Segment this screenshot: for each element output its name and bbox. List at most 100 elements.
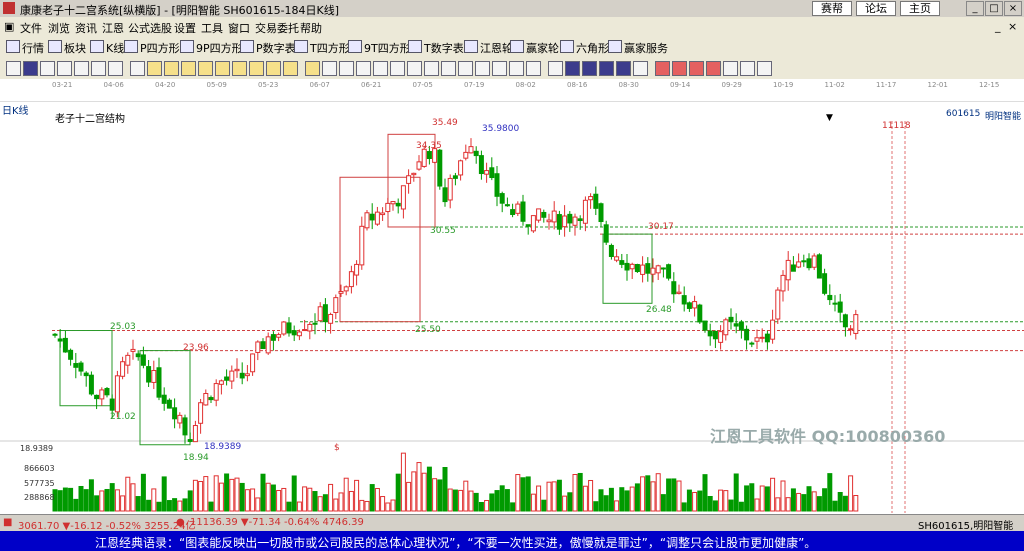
maximize-icon[interactable]: □ <box>985 1 1003 16</box>
drawing-tool-icon[interactable] <box>526 61 541 76</box>
drawing-tool-icon[interactable] <box>633 61 648 76</box>
drawing-tool-icon[interactable] <box>198 61 213 76</box>
link-forum[interactable]: 论坛 <box>856 1 896 16</box>
candle-body <box>182 417 188 436</box>
drawing-tool-icon[interactable] <box>740 61 755 76</box>
drawing-tool-icon[interactable] <box>232 61 247 76</box>
index-2-quote[interactable]: 11136.39 ▼-71.34 -0.64% 4746.39 <box>190 517 364 528</box>
drawing-tool-icon[interactable] <box>655 61 670 76</box>
drawing-tool-icon[interactable] <box>565 61 580 76</box>
drawing-tool-icon[interactable] <box>181 61 196 76</box>
candle-body <box>161 394 167 404</box>
drawing-tool-icon[interactable] <box>672 61 687 76</box>
menu-browse[interactable]: 浏览 <box>48 20 70 36</box>
candle-body <box>359 225 365 266</box>
drawing-tool-icon[interactable] <box>492 61 507 76</box>
btn-t-square[interactable]: T四方形 <box>294 40 350 56</box>
drawing-tool-icon[interactable] <box>390 61 405 76</box>
drawing-tool-icon[interactable] <box>424 61 439 76</box>
drawing-tool-icon[interactable] <box>215 61 230 76</box>
menu-gann[interactable]: 江恩 <box>102 20 124 36</box>
drawing-tool-icon[interactable] <box>616 61 631 76</box>
volume-bar <box>198 480 204 512</box>
drawing-tool-icon[interactable] <box>757 61 772 76</box>
drawing-tool-icon[interactable] <box>40 61 55 76</box>
drawing-tool-icon[interactable] <box>599 61 614 76</box>
candle-body <box>499 193 505 204</box>
btn-quote[interactable]: 行情 <box>6 40 44 56</box>
drawing-tool-icon[interactable] <box>548 61 563 76</box>
candle-body <box>681 295 687 305</box>
menu-info[interactable]: 资讯 <box>75 20 97 36</box>
btn-sector[interactable]: 板块 <box>48 40 86 56</box>
drawing-tool-icon[interactable] <box>6 61 21 76</box>
index-1-quote[interactable]: 3061.70 ▼-16.12 -0.52% 3255.24亿 <box>18 517 196 532</box>
top-right-mark: 11118 <box>882 121 911 131</box>
drawing-tool-icon[interactable] <box>305 61 320 76</box>
menu-window[interactable]: 窗口 <box>228 20 250 36</box>
menu-trade[interactable]: 交易委托 <box>255 20 299 36</box>
candle-body <box>198 402 204 424</box>
candle-body <box>775 289 781 320</box>
drawing-tool-icon[interactable] <box>147 61 162 76</box>
drawing-tool-icon[interactable] <box>723 61 738 76</box>
btn-p-table[interactable]: P数字表 <box>240 40 296 56</box>
candle-body <box>603 224 609 243</box>
palace-box <box>339 176 421 323</box>
menu-formula[interactable]: 公式选股 <box>128 20 172 36</box>
candle-body <box>848 328 854 331</box>
volume-bar <box>104 488 110 512</box>
drawing-tool-icon[interactable] <box>356 61 371 76</box>
drawing-tool-icon[interactable] <box>441 61 456 76</box>
btn-gann-wheel[interactable]: 江恩轮 <box>464 40 513 56</box>
menu-settings[interactable]: 设置 <box>174 20 196 36</box>
drawing-tool-icon[interactable] <box>458 61 473 76</box>
drawing-tool-icon[interactable] <box>266 61 281 76</box>
btn-service[interactable]: 赢家服务 <box>608 40 668 56</box>
drawing-tool-icon[interactable] <box>283 61 298 76</box>
drawing-tool-icon[interactable] <box>23 61 38 76</box>
drawing-tool-icon[interactable] <box>91 61 106 76</box>
btn-winner-wheel[interactable]: 赢家轮 <box>510 40 559 56</box>
drawing-tool-icon[interactable] <box>706 61 721 76</box>
kline-svg <box>0 121 1024 513</box>
candle-body <box>785 259 791 281</box>
btn-kline[interactable]: K线 <box>90 40 124 56</box>
btn-9p-square[interactable]: 9P四方形 <box>180 40 243 56</box>
drawing-tool-icon[interactable] <box>74 61 89 76</box>
drawing-tool-icon[interactable] <box>509 61 524 76</box>
drawing-tool-icon[interactable] <box>373 61 388 76</box>
9p-square-icon <box>180 40 194 53</box>
drawing-tool-icon[interactable] <box>108 61 123 76</box>
drawing-tool-icon[interactable] <box>407 61 422 76</box>
drawing-tool-icon[interactable] <box>582 61 597 76</box>
drawing-tool-icon[interactable] <box>57 61 72 76</box>
kline-chart[interactable]: 日K线 老子十二宫结构 ▼ 601615 明阳智能 11118 35.49 35… <box>0 101 1024 513</box>
menu-help[interactable]: 帮助 <box>300 20 322 36</box>
mdi-close-icon[interactable]: × <box>1008 20 1017 33</box>
link-saibang[interactable]: 赛帮 <box>812 1 852 16</box>
btn-9t-square[interactable]: 9T四方形 <box>348 40 411 56</box>
drawing-tool-icon[interactable] <box>130 61 145 76</box>
minimize-icon[interactable]: _ <box>966 1 984 16</box>
btn-t-table[interactable]: T数字表 <box>408 40 464 56</box>
drawing-tool-icon[interactable] <box>164 61 179 76</box>
candle-body <box>666 264 672 279</box>
volume-bar <box>88 479 94 512</box>
drawing-tool-icon[interactable] <box>475 61 490 76</box>
dropdown-icon[interactable]: ▼ <box>826 113 833 123</box>
volume-bar <box>234 477 240 512</box>
menu-file[interactable]: 文件 <box>20 20 42 36</box>
candle-body <box>645 263 651 274</box>
menu-tools[interactable]: 工具 <box>201 20 223 36</box>
drawing-tool-icon[interactable] <box>322 61 337 76</box>
drawing-tool-icon[interactable] <box>689 61 704 76</box>
volume-bar <box>99 490 105 512</box>
mdi-minimize-icon[interactable]: _ <box>995 20 1001 33</box>
btn-hexagon[interactable]: 六角形 <box>560 40 609 56</box>
btn-p-square[interactable]: P四方形 <box>124 40 180 56</box>
close-icon[interactable]: × <box>1004 1 1022 16</box>
drawing-tool-icon[interactable] <box>249 61 264 76</box>
link-home[interactable]: 主页 <box>900 1 940 16</box>
drawing-tool-icon[interactable] <box>339 61 354 76</box>
